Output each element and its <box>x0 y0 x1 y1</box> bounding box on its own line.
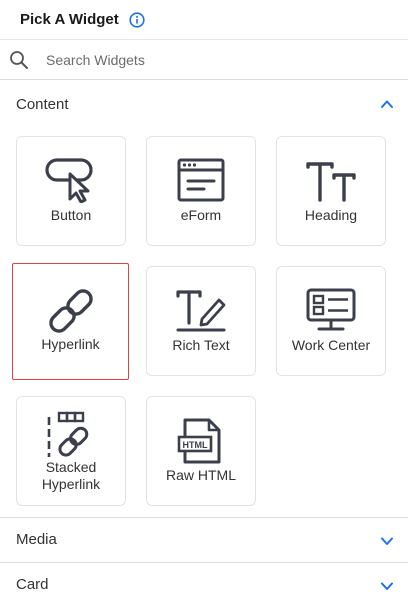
widget-tile-raw-html[interactable]: HTML Raw HTML <box>146 396 256 506</box>
raw-html-icon: HTML <box>177 418 221 464</box>
section-content-header[interactable]: Content <box>0 81 408 127</box>
chevron-up-icon[interactable] <box>380 97 394 111</box>
search-icon <box>9 50 29 70</box>
rich-text-icon <box>176 290 226 332</box>
search-bar <box>0 40 408 80</box>
widget-tile-stacked-hyperlink[interactable]: Stacked Hyperlink <box>16 396 126 506</box>
page-title: Pick A Widget <box>20 11 119 28</box>
eform-icon <box>177 158 225 202</box>
section-media-header[interactable]: Media <box>0 517 408 561</box>
section-card-header[interactable]: Card <box>0 562 408 606</box>
link-icon <box>48 289 93 333</box>
widget-label: Heading <box>304 207 358 223</box>
info-circle-icon[interactable] <box>129 11 145 28</box>
svg-text:HTML: HTML <box>183 440 208 450</box>
section-card-label: Card <box>16 576 49 593</box>
widget-label: eForm <box>180 207 222 223</box>
section-content-label: Content <box>16 95 69 113</box>
widget-label: Rich Text <box>172 337 230 353</box>
widget-tile-heading[interactable]: Heading <box>276 136 386 246</box>
widget-tile-hyperlink[interactable]: Hyperlink <box>12 263 129 380</box>
pointer-button-icon <box>45 158 93 203</box>
widget-label: Button <box>50 207 92 223</box>
widget-tile-eform[interactable]: eForm <box>146 136 256 246</box>
widget-picker-header: Pick A Widget <box>0 0 408 40</box>
widget-label: Stacked Hyperlink <box>41 459 101 492</box>
search-input[interactable] <box>46 48 396 72</box>
heading-tt-icon <box>306 162 356 202</box>
widget-label: Raw HTML <box>165 467 236 483</box>
widget-tile-rich-text[interactable]: Rich Text <box>146 266 256 376</box>
stacked-hyperlink-icon <box>47 411 89 457</box>
section-media-label: Media <box>16 531 57 548</box>
widget-tile-button[interactable]: Button <box>16 136 126 246</box>
work-center-icon <box>306 288 356 331</box>
chevron-down-icon[interactable] <box>380 534 394 548</box>
widget-tile-work-center[interactable]: Work Center <box>276 266 386 376</box>
chevron-down-icon[interactable] <box>380 579 394 593</box>
widget-label: Work Center <box>291 337 371 353</box>
widget-label: Hyperlink <box>41 336 100 352</box>
